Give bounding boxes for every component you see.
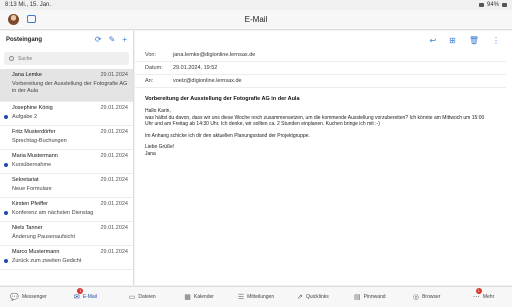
body-paragraph: Im Anhang schicke ich dir den aktuellen … <box>145 132 310 139</box>
nav-item-dateien[interactable]: ▭ Dateien <box>114 293 171 301</box>
reply-icon[interactable]: ↩ <box>429 36 436 45</box>
notification-badge: 1 <box>475 288 482 294</box>
date-value: 29.01.2024, 19:52 <box>173 65 218 71</box>
notification-icon: ☰ <box>237 294 245 301</box>
mail-subject-preview: Neue Formulare <box>12 186 52 192</box>
search-icon <box>9 56 14 61</box>
more-icon[interactable]: ⋮ <box>492 36 500 45</box>
mail-subject-preview: Sprechtag-Buchungen <box>12 138 67 144</box>
list-item[interactable]: Jana Lemke 29.01.2024 Vorbereitung der Aus… <box>0 69 133 102</box>
mail-subject: Vorbereitung der Ausstellung der Fotogra… <box>145 96 300 102</box>
list-item[interactable]: Josephine König 29.01.2024 Aufgabe 2 <box>0 102 133 126</box>
battery-level: 94% <box>486 2 499 8</box>
to-value[interactable]: voelz@digionline.lernsax.de <box>173 78 242 84</box>
app-header: E-Mail <box>0 10 512 30</box>
date-label: Datum: <box>145 65 163 71</box>
chat-icon: 💬 <box>10 294 19 301</box>
nav-item-pinnwand[interactable]: ▤ Pinnwand <box>341 293 398 301</box>
mail-date: 29.01.2024 <box>100 249 128 255</box>
mail-body: Hallo Karin, was hältst du davon, dass w… <box>135 106 495 164</box>
bottom-navigation: 💬 Messenger ✉ E-Mail 1 ▭ Dateien ▦ Kalender ☰ Mitt… <box>0 286 512 307</box>
globe-icon: ◎ <box>412 294 420 301</box>
mail-icon: ✉ <box>73 294 80 301</box>
nav-label: E-Mail <box>82 294 97 300</box>
reader-toolbar: ↩ ⊞ 🗑 ⋮ <box>135 31 512 49</box>
board-icon: ▤ <box>353 294 361 301</box>
mail-list: Jana Lemke 29.01.2024 Vorbereitung der Aus… <box>0 69 133 270</box>
mail-date: 29.01.2024 <box>100 177 128 183</box>
more-icon: ⋯ <box>472 294 480 301</box>
folder-bar: Posteingang ⟳ ✎ + <box>0 31 133 49</box>
mail-date: 29.01.2024 <box>100 225 128 231</box>
list-item[interactable]: Fritz Musterdörfer 29.01.2024 Sprechtag-Bu… <box>0 126 133 150</box>
nav-item-quicklinks[interactable]: ⇗ Quicklinks <box>284 293 341 301</box>
nav-label: Quicklinks <box>305 294 329 300</box>
nav-item-kalender[interactable]: ▦ Kalender <box>171 293 228 301</box>
list-item[interactable]: Niels Tanner 29.01.2024 Änderung Pausenauf… <box>0 222 133 246</box>
nav-label: Dateien <box>138 294 156 300</box>
nav-label: Messenger <box>21 294 47 300</box>
from-value[interactable]: jana.lemke@digionline.lernsax.de <box>173 52 255 58</box>
compose-icon[interactable]: ✎ <box>109 36 116 44</box>
list-item[interactable]: Sekretariat 29.01.2024 Neue Formulare <box>0 174 133 198</box>
body-signoff: Liebe Grüße! Jana <box>145 144 175 157</box>
refresh-icon[interactable]: ⟳ <box>95 36 102 44</box>
nav-item-mehr[interactable]: ⋯ Mehr 1 <box>455 288 512 301</box>
nav-label: Kalender <box>193 294 214 300</box>
mail-date: 29.01.2024 <box>100 105 128 111</box>
calendar-icon: ▦ <box>184 294 191 301</box>
mail-date: 29.01.2024 <box>100 153 128 159</box>
status-time: 8:13 <box>5 2 17 8</box>
from-row: Von: jana.lemke@digionline.lernsax.de <box>135 49 506 62</box>
trash-icon[interactable]: 🗑 <box>469 36 479 45</box>
body-greeting: Hallo Karin, was hältst du davon, dass w… <box>145 108 485 127</box>
mail-subject-preview: Vorbereitung der Ausstellung der Fotogra… <box>12 81 128 94</box>
mail-reader: ↩ ⊞ 🗑 ⋮ Von: jana.lemke@digionline.lerns… <box>135 31 512 285</box>
nav-label: Browser <box>422 294 441 300</box>
search-box[interactable] <box>4 52 129 65</box>
status-bar: 8:13 Mi., 15. Jan. 94% <box>0 0 512 10</box>
list-item[interactable]: Kirsten Pfeiffer 29.01.2024 Konferenz am n… <box>0 198 133 222</box>
mail-date: 29.01.2024 <box>100 129 128 135</box>
to-row: An: voelz@digionline.lernsax.de <box>135 75 506 88</box>
mail-subject-preview: Kursübernahme <box>12 162 52 168</box>
mail-subject-preview: Konferenz am nächsten Dienstag <box>12 210 94 216</box>
unread-dot-icon <box>4 163 8 167</box>
unread-dot-icon <box>4 259 8 263</box>
nav-label: Pinnwand <box>363 294 386 300</box>
nav-label: Mitteilungen <box>247 294 275 300</box>
from-label: Von: <box>145 52 157 58</box>
nav-item-mitteilungen[interactable]: ☰ Mitteilungen <box>228 293 285 301</box>
status-date: Mi., 15. Jan. <box>18 2 52 8</box>
battery-icon <box>502 3 507 7</box>
to-label: An: <box>145 78 154 84</box>
date-row: Datum: 29.01.2024, 19:52 <box>135 62 506 75</box>
nav-item-messenger[interactable]: 💬 Messenger <box>0 293 57 301</box>
list-item[interactable]: Marco Mustermann 29.01.2024 Zurück zum zwe… <box>0 246 133 270</box>
mail-subject-preview: Aufgabe 2 <box>12 114 38 120</box>
folder-title: Posteingang <box>6 37 43 43</box>
add-icon[interactable]: + <box>122 36 127 44</box>
mail-list-pane: Posteingang ⟳ ✎ + Jana Lemke29.01.2024Vo… <box>0 31 134 285</box>
mail-subject-preview: Zurück zum zweiten Gedicht <box>12 258 82 264</box>
folder-icon: ▭ <box>128 294 136 301</box>
page-title: E-Mail <box>244 15 268 24</box>
move-folder-icon[interactable]: ⊞ <box>449 36 456 45</box>
mail-date: 29.01.2024 <box>100 201 128 207</box>
list-item[interactable]: Maria Mustermann 29.01.2024 Kursübernahme <box>0 150 133 174</box>
nav-label: Mehr <box>482 294 495 300</box>
unread-dot-icon <box>4 115 8 119</box>
nav-item-e-mail[interactable]: ✉ E-Mail 1 <box>57 288 114 301</box>
wifi-icon <box>478 3 484 7</box>
mail-subject-preview: Änderung Pausenaufsicht <box>12 234 75 240</box>
mail-date: 29.01.2024 <box>100 72 128 78</box>
unread-dot-icon <box>4 211 8 215</box>
search-input[interactable] <box>18 55 118 62</box>
nav-item-browser[interactable]: ◎ Browser <box>398 293 455 301</box>
link-icon: ⇗ <box>297 294 303 301</box>
